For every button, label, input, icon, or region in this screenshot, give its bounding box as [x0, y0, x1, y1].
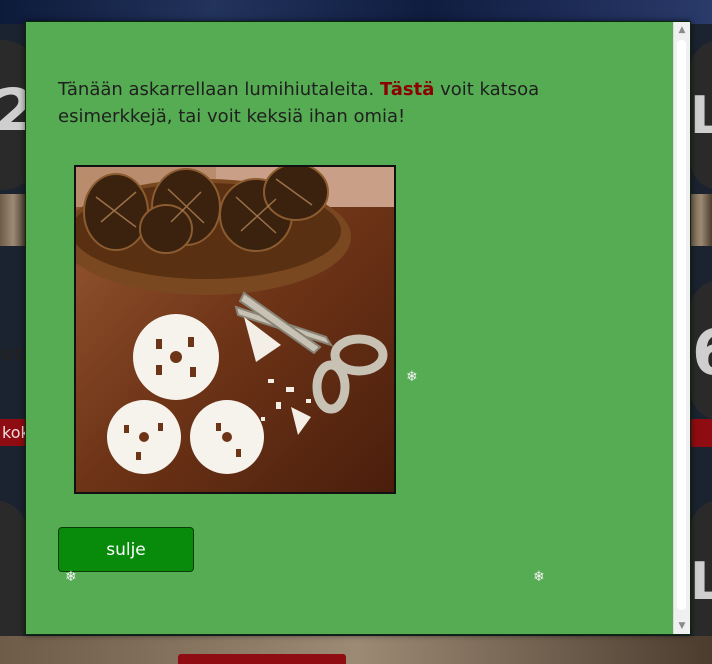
paper-snowflakes-photo: [74, 165, 396, 494]
modal-dialog: ▲ ▼ Tänään askarrellaan lumihiutaleita. …: [25, 21, 691, 635]
background-photo: [690, 194, 712, 246]
examples-link[interactable]: Tästä: [380, 79, 434, 100]
background-red-button[interactable]: [690, 419, 712, 447]
door-number: 6: [692, 316, 712, 389]
calendar-door[interactable]: L: [690, 500, 712, 650]
background-red-button[interactable]: [178, 654, 346, 664]
message-prefix: Tänään askarrellaan lumihiutaleita.: [58, 79, 375, 100]
background-photo: [0, 194, 26, 246]
close-button[interactable]: sulje: [58, 527, 194, 572]
calendar-door[interactable]: 7: [0, 500, 28, 650]
snowflake-icon: ❄: [406, 369, 418, 385]
scroll-up-icon[interactable]: ▲: [674, 22, 690, 38]
snowflake-icon: ❄: [65, 569, 77, 585]
scroll-thumb[interactable]: [677, 40, 686, 610]
calendar-door[interactable]: 6: [690, 280, 712, 420]
modal-message: Tänään askarrellaan lumihiutaleita. Täst…: [58, 76, 648, 130]
scroll-down-icon[interactable]: ▼: [674, 618, 690, 634]
calendar-door[interactable]: L: [690, 40, 712, 190]
background-photo: [0, 636, 712, 664]
modal-scrollbar[interactable]: ▲ ▼: [673, 22, 690, 634]
snowflake-icon: ❄: [533, 569, 545, 585]
